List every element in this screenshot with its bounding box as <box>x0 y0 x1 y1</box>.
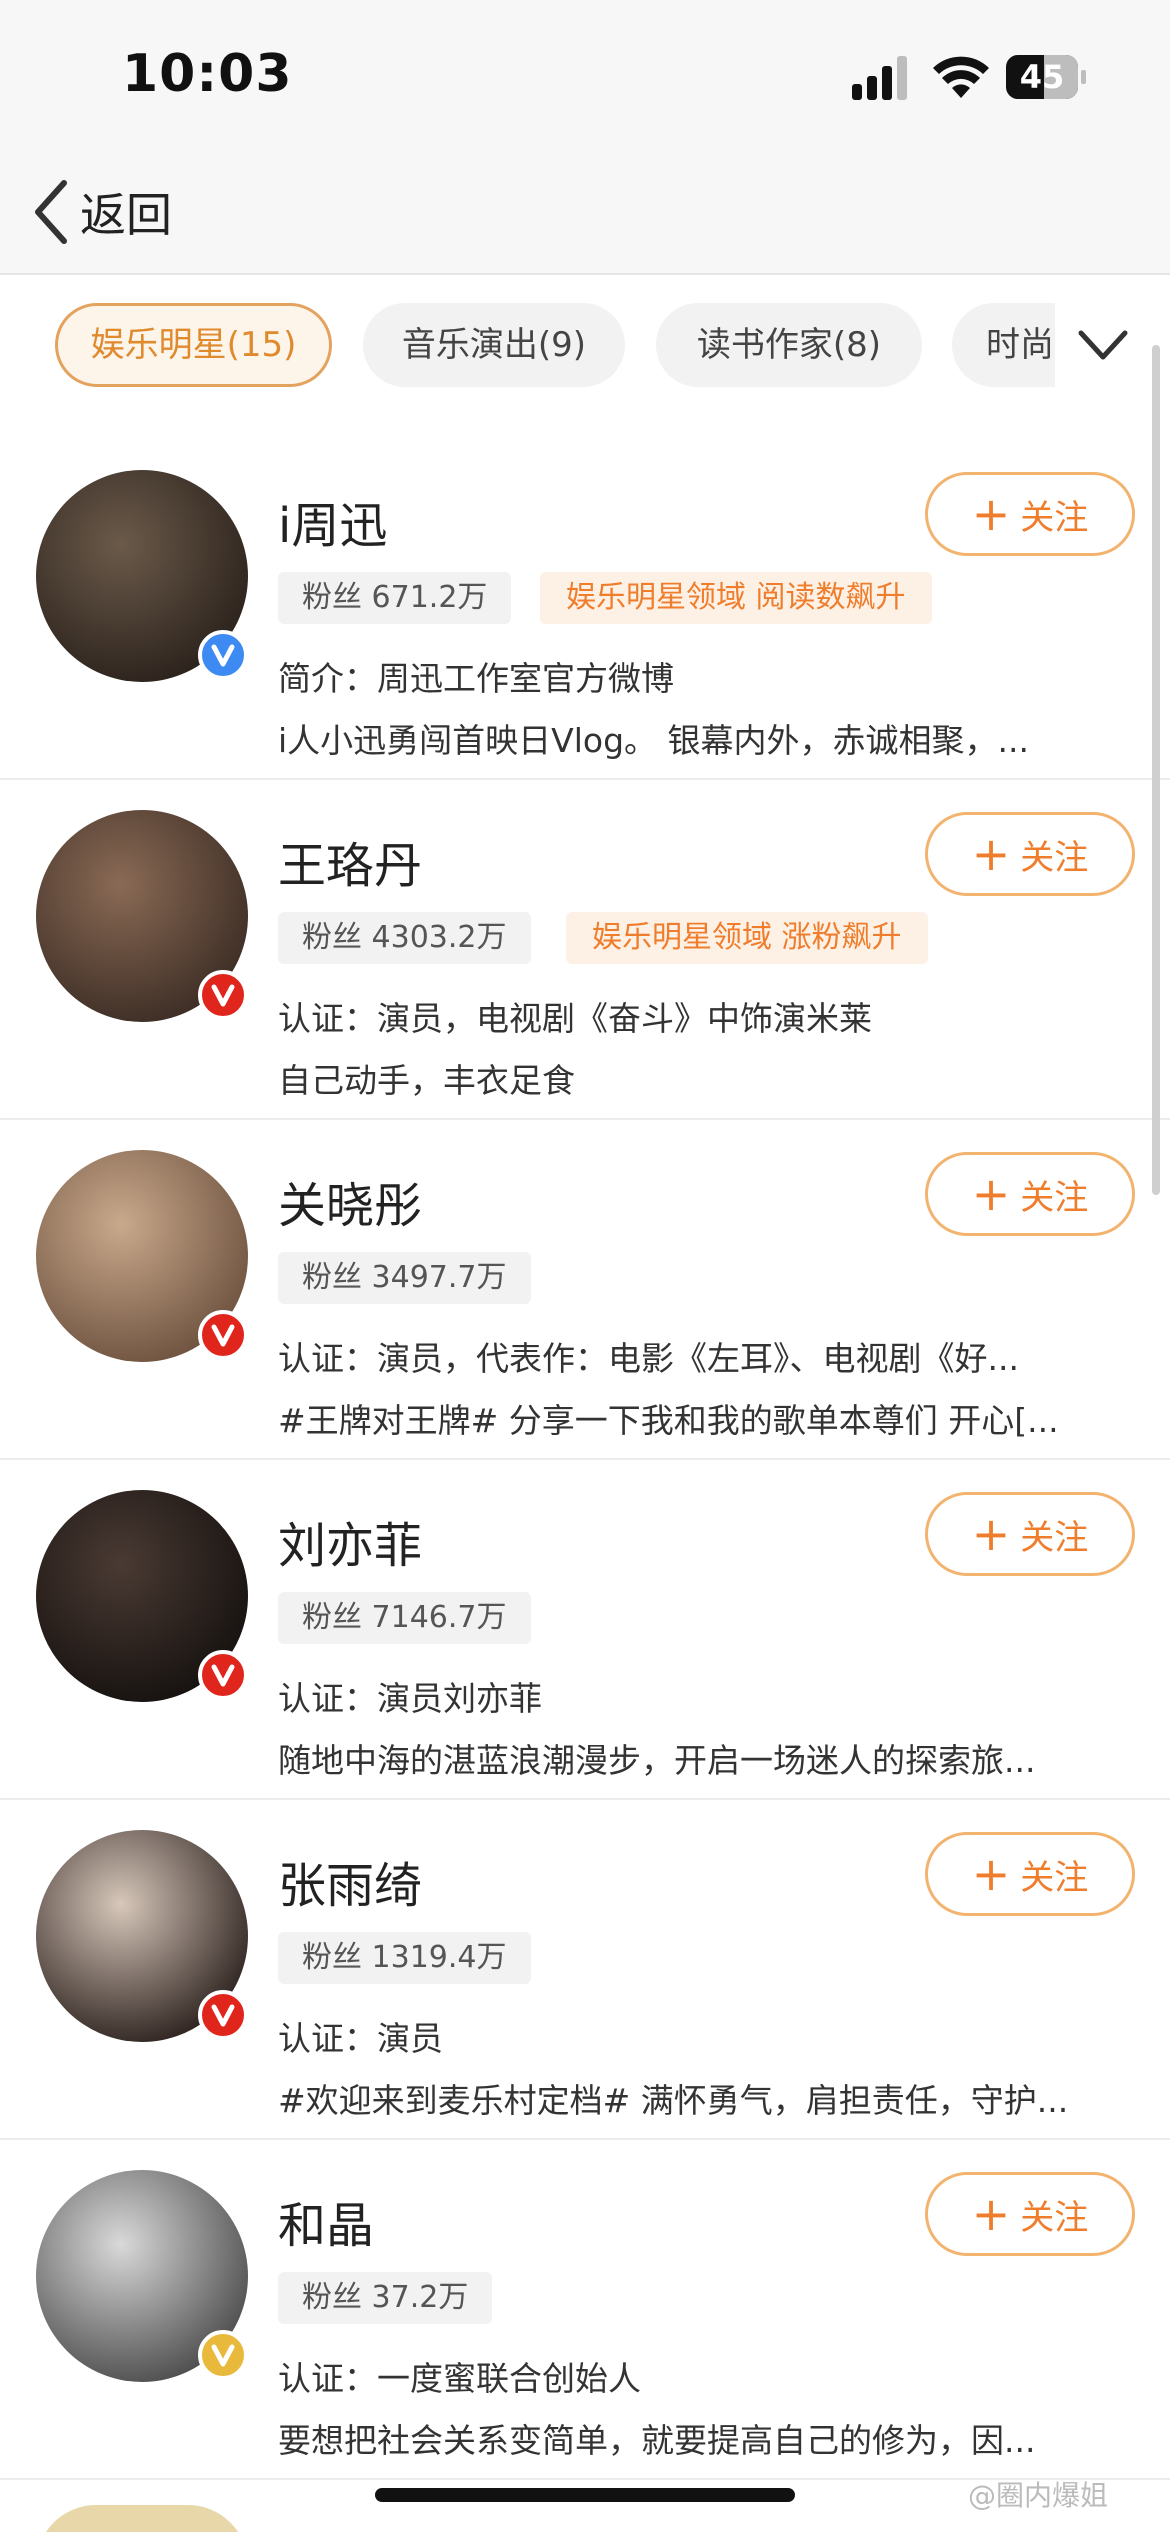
verified-badge-icon <box>198 1990 248 2040</box>
back-button[interactable]: 返回 <box>30 172 172 252</box>
user-verification: 认证：一度蜜联合创始人 <box>278 2359 641 2398</box>
latest-post: #欢迎来到麦乐村定档# 满怀勇气，肩担责任，守护... <box>278 2081 1069 2120</box>
status-bar: 10:03 45 <box>0 0 1170 150</box>
user-verification: 认证：演员，代表作：电影《左耳》、电视剧《好... <box>278 1339 1019 1378</box>
verified-badge-icon <box>198 2330 248 2380</box>
back-label: 返回 <box>80 188 172 242</box>
nav-header: 返回 <box>0 150 1170 275</box>
latest-post: 自己动手，丰衣足食 <box>278 1061 575 1100</box>
list-item[interactable]: 关晓彤粉丝 3497.7万认证：演员，代表作：电影《左耳》、电视剧《好... #王… <box>0 1120 1170 1460</box>
avatar[interactable] <box>36 2505 248 2532</box>
user-name[interactable]: 王珞丹 <box>278 826 422 896</box>
follow-button[interactable]: + 关注 <box>925 2172 1135 2256</box>
status-time: 10:03 <box>122 44 293 104</box>
user-list: i周迅粉丝 671.2万 娱乐明星领域 阅读数飙升简介：周迅工作室官方微博 i人小迅… <box>0 440 1170 2480</box>
tab-music-performance[interactable]: 音乐演出(9) <box>363 303 625 387</box>
list-item[interactable]: i周迅粉丝 671.2万 娱乐明星领域 阅读数飙升简介：周迅工作室官方微博 i人小迅… <box>0 440 1170 780</box>
latest-post: 要想把社会关系变简单，就要提高自己的修为，因... <box>278 2421 1036 2460</box>
list-item[interactable]: 张雨绮粉丝 1319.4万认证：演员 #欢迎来到麦乐村定档# 满怀勇气，肩担责任，… <box>0 1800 1170 2140</box>
fans-count: 粉丝 3497.7万 <box>278 1252 531 1304</box>
scrollbar[interactable] <box>1152 345 1160 1195</box>
user-name[interactable]: 张雨绮 <box>278 1846 422 1916</box>
follow-label: 关注 <box>1020 837 1089 878</box>
follow-button[interactable]: + 关注 <box>925 1152 1135 1236</box>
list-item[interactable]: 刘亦菲粉丝 7146.7万认证：演员刘亦菲随地中海的湛蓝浪潮漫步，开启一场迷人的… <box>0 1460 1170 1800</box>
latest-post: #王牌对王牌# 分享一下我和我的歌单本尊们 开心[... <box>278 1401 1059 1440</box>
follow-button[interactable]: + 关注 <box>925 472 1135 556</box>
plus-icon: + <box>971 1167 1011 1221</box>
follow-button[interactable]: + 关注 <box>925 812 1135 896</box>
plus-icon: + <box>971 1507 1011 1561</box>
latest-post: i人小迅勇闯首映日Vlog。 银幕内外，赤诚相聚，... <box>278 721 1030 760</box>
user-verification: 认证：演员，电视剧《奋斗》中饰演米莱 <box>278 999 872 1038</box>
tab-reading-writers[interactable]: 读书作家(8) <box>656 303 922 387</box>
cellular-signal-icon <box>852 56 912 100</box>
follow-button[interactable]: + 关注 <box>925 1832 1135 1916</box>
follow-label: 关注 <box>1020 1177 1089 1218</box>
user-name[interactable]: 和晶 <box>278 2186 374 2256</box>
plus-icon: + <box>971 1847 1011 1901</box>
fans-count: 粉丝 1319.4万 <box>278 1932 531 1984</box>
follow-button[interactable]: + 关注 <box>925 1492 1135 1576</box>
chevron-down-icon[interactable] <box>1075 317 1131 373</box>
user-name[interactable]: i周迅 <box>278 486 387 556</box>
plus-icon: + <box>971 487 1011 541</box>
fans-count: 粉丝 37.2万 <box>278 2272 493 2324</box>
tab-entertainment-stars[interactable]: 娱乐明星(15) <box>55 303 332 387</box>
follow-label: 关注 <box>1020 1517 1089 1558</box>
follow-label: 关注 <box>1020 497 1089 538</box>
watermark: @圈内爆姐 <box>968 2479 1109 2512</box>
list-item[interactable]: 和晶粉丝 37.2万认证：一度蜜联合创始人要想把社会关系变简单，就要提高自己的修… <box>0 2140 1170 2480</box>
verified-badge-icon <box>198 970 248 1020</box>
home-indicator[interactable] <box>375 2488 795 2502</box>
list-item[interactable]: 王珞丹粉丝 4303.2万 娱乐明星领域 涨粉飙升认证：演员，电视剧《奋斗》中饰演… <box>0 780 1170 1120</box>
follow-label: 关注 <box>1020 1857 1089 1898</box>
battery-icon: 45 <box>1006 55 1086 99</box>
fans-count: 粉丝 4303.2万 <box>278 912 531 964</box>
user-verification: 认证：演员 <box>278 2019 443 2058</box>
fans-count: 粉丝 671.2万 <box>278 572 512 624</box>
battery-level: 45 <box>1019 58 1065 96</box>
category-tabs: 娱乐明星(15) 音乐演出(9) 读书作家(8) 时尚 <box>0 277 1170 417</box>
user-verification: 认证：演员刘亦菲 <box>278 1679 542 1718</box>
plus-icon: + <box>971 827 1011 881</box>
plus-icon: + <box>971 2187 1011 2241</box>
fans-count: 粉丝 7146.7万 <box>278 1592 531 1644</box>
chevron-left-icon <box>35 180 67 244</box>
user-name[interactable]: 刘亦菲 <box>278 1506 422 1576</box>
latest-post: 随地中海的湛蓝浪潮漫步，开启一场迷人的探索旅... <box>278 1741 1036 1780</box>
trend-tag: 娱乐明星领域 阅读数飙升 <box>540 572 932 624</box>
user-name[interactable]: 关晓彤 <box>278 1166 422 1236</box>
trend-tag: 娱乐明星领域 涨粉飙升 <box>566 912 928 964</box>
verified-badge-icon <box>198 1650 248 1700</box>
verified-badge-icon <box>198 1310 248 1360</box>
follow-label: 关注 <box>1020 2197 1089 2238</box>
verified-badge-icon <box>198 630 248 680</box>
user-verification: 简介：周迅工作室官方微博 <box>278 659 674 698</box>
wifi-icon <box>933 56 989 98</box>
